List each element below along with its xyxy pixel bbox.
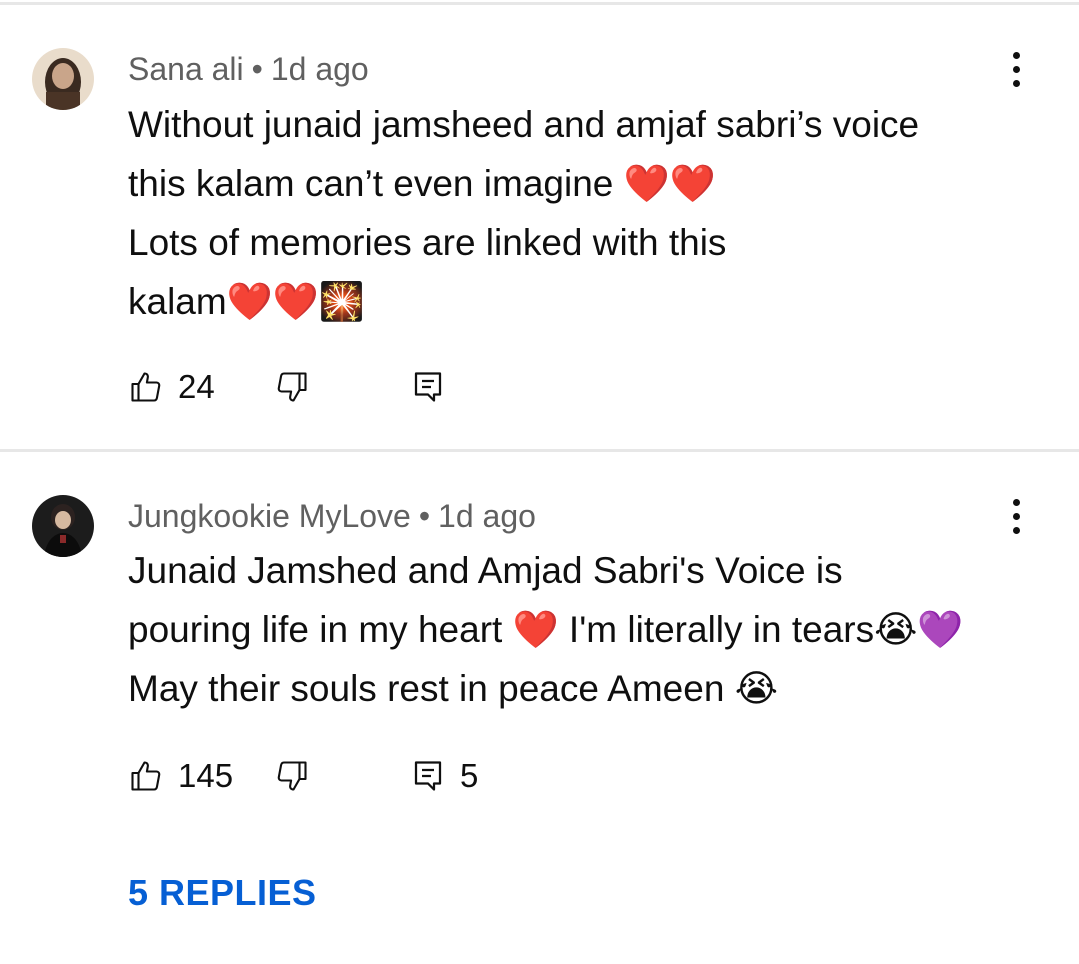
author-name[interactable]: Sana ali — [128, 51, 244, 87]
like-button[interactable]: 145 — [128, 751, 233, 801]
comment-reply-icon — [414, 372, 442, 402]
comment-reply-icon — [414, 761, 442, 791]
reply-button[interactable] — [410, 362, 460, 412]
comment-line: this kalam can’t even imagine ❤️❤️ — [128, 163, 716, 204]
avatar[interactable] — [32, 48, 94, 110]
like-button[interactable]: 24 — [128, 362, 215, 412]
comment-time[interactable]: 1d ago — [271, 51, 369, 87]
avatar-image — [32, 48, 94, 110]
meta-separator: • — [251, 51, 263, 87]
top-divider — [0, 2, 1079, 5]
comment-meta: Sana ali • 1d ago — [128, 49, 369, 89]
comment-meta: Jungkookie MyLove • 1d ago — [128, 496, 536, 536]
reply-count: 5 — [460, 757, 479, 794]
avatar-image — [32, 495, 94, 557]
comment-divider — [0, 449, 1079, 452]
comment-text: Junaid Jamshed and Amjad Sabri's Voice i… — [128, 541, 1058, 718]
author-name[interactable]: Jungkookie MyLove — [128, 498, 411, 534]
view-replies-link[interactable]: 5 REPLIES — [128, 872, 317, 914]
comment-line: May their souls rest in peace Ameen 😭 — [128, 668, 778, 709]
thumb-down-outline-icon — [277, 761, 307, 791]
like-count: 24 — [178, 368, 215, 405]
thumb-down-outline-icon — [277, 372, 307, 402]
comment-line: pouring life in my heart ❤️ I'm literall… — [128, 609, 964, 650]
comment-text: Without junaid jamsheed and amjaf sabri’… — [128, 95, 1058, 331]
comment-line: Without junaid jamsheed and amjaf sabri’… — [128, 104, 920, 145]
more-vert-icon[interactable] — [1000, 494, 1032, 538]
dislike-button[interactable] — [274, 362, 310, 412]
like-count: 145 — [178, 757, 234, 794]
reply-button[interactable]: 5 — [410, 751, 478, 801]
thumb-up-outline-icon — [131, 761, 161, 791]
avatar[interactable] — [32, 495, 94, 557]
thumb-up-outline-icon — [131, 372, 161, 402]
meta-separator: • — [418, 498, 431, 534]
comment-line: Junaid Jamshed and Amjad Sabri's Voice i… — [128, 550, 843, 591]
more-vert-icon[interactable] — [1000, 47, 1032, 91]
comment-line: Lots of memories are linked with this — [128, 222, 727, 263]
comment-line: kalam❤️❤️🎇 — [128, 281, 365, 322]
comment-time[interactable]: 1d ago — [438, 498, 536, 534]
dislike-button[interactable] — [274, 751, 310, 801]
